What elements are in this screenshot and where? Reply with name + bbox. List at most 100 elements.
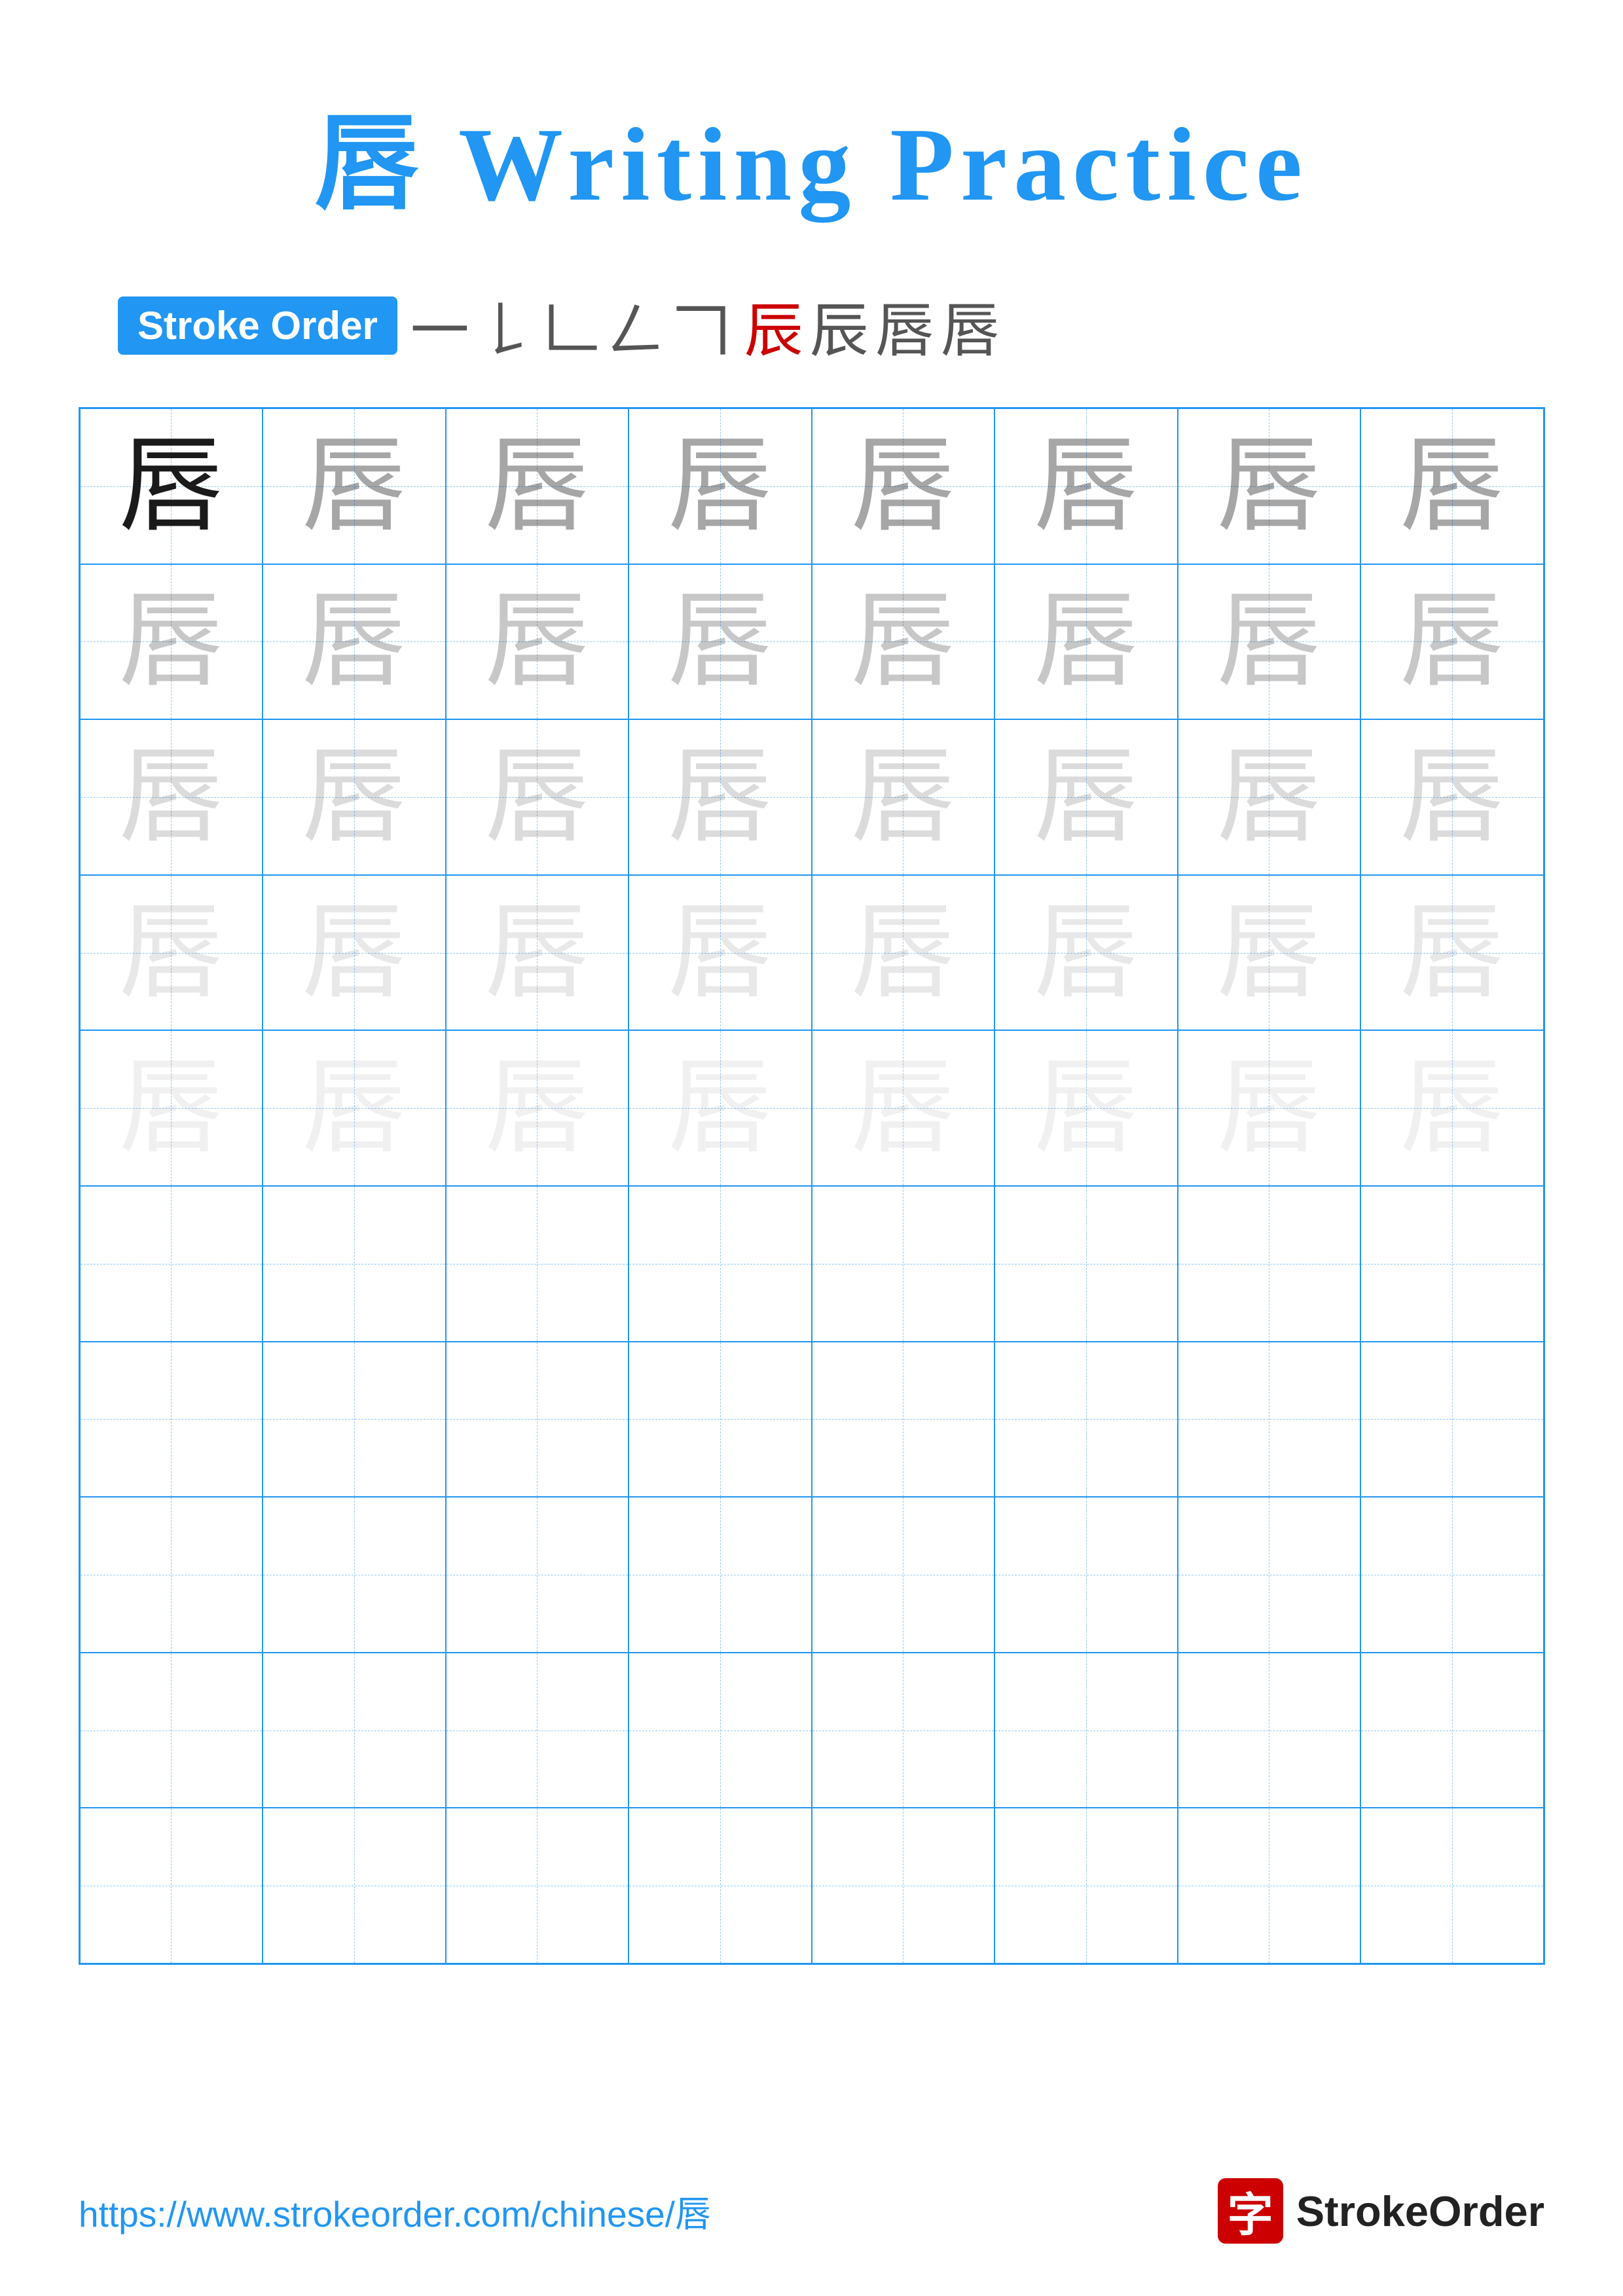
stroke-3: 𠃊 — [541, 283, 600, 368]
grid-cell[interactable]: 唇 — [629, 1030, 812, 1186]
practice-char: 唇 — [1400, 1056, 1504, 1160]
grid-cell-empty[interactable] — [1360, 1497, 1544, 1653]
practice-char: 唇 — [119, 434, 223, 539]
grid-cell[interactable]: 唇 — [1178, 564, 1361, 720]
grid-cell[interactable]: 唇 — [263, 1030, 446, 1186]
practice-char: 唇 — [1400, 589, 1504, 694]
grid-cell-empty[interactable] — [446, 1808, 629, 1964]
grid-cell[interactable]: 唇 — [994, 875, 1178, 1031]
grid-cell-empty[interactable] — [812, 1342, 995, 1498]
grid-cell[interactable]: 唇 — [1360, 408, 1544, 564]
practice-char: 唇 — [484, 745, 589, 850]
grid-cell-empty[interactable] — [446, 1186, 629, 1342]
grid-cell-empty[interactable] — [994, 1808, 1178, 1964]
stroke-7: 辰 — [744, 283, 803, 368]
grid-cell-empty[interactable] — [446, 1342, 629, 1498]
grid-cell-empty[interactable] — [1360, 1342, 1544, 1498]
grid-cell-empty[interactable] — [1360, 1808, 1544, 1964]
grid-cell[interactable]: 唇 — [629, 719, 812, 875]
grid-cell[interactable]: 唇 — [1360, 1030, 1544, 1186]
grid-cell[interactable]: 唇 — [263, 875, 446, 1031]
grid-cell-empty[interactable] — [1360, 1186, 1544, 1342]
grid-cell[interactable]: 唇 — [994, 564, 1178, 720]
grid-cell-empty[interactable] — [994, 1342, 1178, 1498]
grid-cell-empty[interactable] — [80, 1342, 263, 1498]
grid-cell-empty[interactable] — [263, 1808, 446, 1964]
grid-cell[interactable]: 唇 — [812, 719, 995, 875]
practice-char: 唇 — [1034, 1056, 1139, 1160]
grid-cell[interactable]: 唇 — [994, 1030, 1178, 1186]
practice-char: 唇 — [1034, 745, 1139, 850]
grid-cell-empty[interactable] — [1360, 1653, 1544, 1808]
grid-cell-empty[interactable] — [812, 1808, 995, 1964]
grid-cell-empty[interactable] — [629, 1342, 812, 1498]
grid-cell-empty[interactable] — [812, 1186, 995, 1342]
grid-cell[interactable]: 唇 — [1178, 1030, 1361, 1186]
grid-cell-empty[interactable] — [629, 1186, 812, 1342]
logo-icon: 字 — [1218, 2178, 1283, 2244]
grid-cell-empty[interactable] — [629, 1653, 812, 1808]
grid-cell[interactable]: 唇 — [812, 564, 995, 720]
grid-cell-empty[interactable] — [1178, 1653, 1361, 1808]
grid-cell-empty[interactable] — [812, 1497, 995, 1653]
footer-logo: 字 StrokeOrder — [1218, 2178, 1544, 2244]
grid-cell-empty[interactable] — [994, 1186, 1178, 1342]
grid-cell-empty[interactable] — [629, 1497, 812, 1653]
grid-cell[interactable]: 唇 — [80, 875, 263, 1031]
grid-cell[interactable]: 唇 — [812, 408, 995, 564]
practice-char: 唇 — [119, 589, 223, 694]
grid-cell[interactable]: 唇 — [263, 564, 446, 720]
grid-cell[interactable]: 唇 — [446, 719, 629, 875]
practice-char: 唇 — [1034, 901, 1139, 1005]
grid-cell[interactable]: 唇 — [812, 875, 995, 1031]
grid-cell-empty[interactable] — [80, 1653, 263, 1808]
grid-cell-empty[interactable] — [446, 1653, 629, 1808]
grid-cell-empty[interactable] — [263, 1497, 446, 1653]
grid-cell-empty[interactable] — [994, 1653, 1178, 1808]
grid-cell-empty[interactable] — [80, 1808, 263, 1964]
practice-grid: 唇 唇 唇 唇 唇 唇 唇 唇 唇 唇 唇 唇 唇 唇 唇 唇 唇 唇 唇 唇 … — [79, 407, 1545, 1965]
grid-cell-empty[interactable] — [80, 1186, 263, 1342]
practice-char: 唇 — [668, 589, 773, 694]
grid-cell-empty[interactable] — [629, 1808, 812, 1964]
grid-cell-empty[interactable] — [263, 1342, 446, 1498]
practice-char: 唇 — [668, 1056, 773, 1160]
grid-cell-empty[interactable] — [1178, 1342, 1361, 1498]
grid-cell-empty[interactable] — [1178, 1497, 1361, 1653]
practice-char: 唇 — [1216, 434, 1321, 539]
stroke-1: 一 — [410, 283, 469, 368]
grid-cell[interactable]: 唇 — [446, 875, 629, 1031]
grid-cell[interactable]: 唇 — [629, 408, 812, 564]
grid-cell[interactable]: 唇 — [263, 719, 446, 875]
grid-cell[interactable]: 唇 — [263, 408, 446, 564]
grid-cell[interactable]: 唇 — [80, 1030, 263, 1186]
grid-cell-empty[interactable] — [446, 1497, 629, 1653]
grid-cell-empty[interactable] — [80, 1497, 263, 1653]
grid-cell[interactable]: 唇 — [1178, 719, 1361, 875]
grid-cell-empty[interactable] — [1178, 1186, 1361, 1342]
grid-cell[interactable]: 唇 — [446, 408, 629, 564]
grid-cell[interactable]: 唇 — [80, 564, 263, 720]
practice-char: 唇 — [484, 589, 589, 694]
grid-cell-empty[interactable] — [263, 1186, 446, 1342]
grid-cell-empty[interactable] — [1178, 1808, 1361, 1964]
grid-cell[interactable]: 唇 — [994, 719, 1178, 875]
grid-cell[interactable]: 唇 — [994, 408, 1178, 564]
grid-cell[interactable]: 唇 — [1360, 564, 1544, 720]
grid-cell[interactable]: 唇 — [446, 1030, 629, 1186]
grid-cell[interactable]: 唇 — [80, 719, 263, 875]
grid-cell[interactable]: 唇 — [1178, 875, 1361, 1031]
grid-cell[interactable]: 唇 — [629, 564, 812, 720]
stroke-order-badge: Stroke Order — [118, 296, 397, 355]
grid-cell-empty[interactable] — [263, 1653, 446, 1808]
grid-cell[interactable]: 唇 — [446, 564, 629, 720]
grid-cell[interactable]: 唇 — [80, 408, 263, 564]
grid-cell[interactable]: 唇 — [1178, 408, 1361, 564]
grid-cell-empty[interactable] — [994, 1497, 1178, 1653]
grid-cell-empty[interactable] — [812, 1653, 995, 1808]
grid-cell[interactable]: 唇 — [629, 875, 812, 1031]
grid-cell[interactable]: 唇 — [812, 1030, 995, 1186]
practice-char: 唇 — [1034, 434, 1139, 539]
grid-cell[interactable]: 唇 — [1360, 875, 1544, 1031]
grid-cell[interactable]: 唇 — [1360, 719, 1544, 875]
